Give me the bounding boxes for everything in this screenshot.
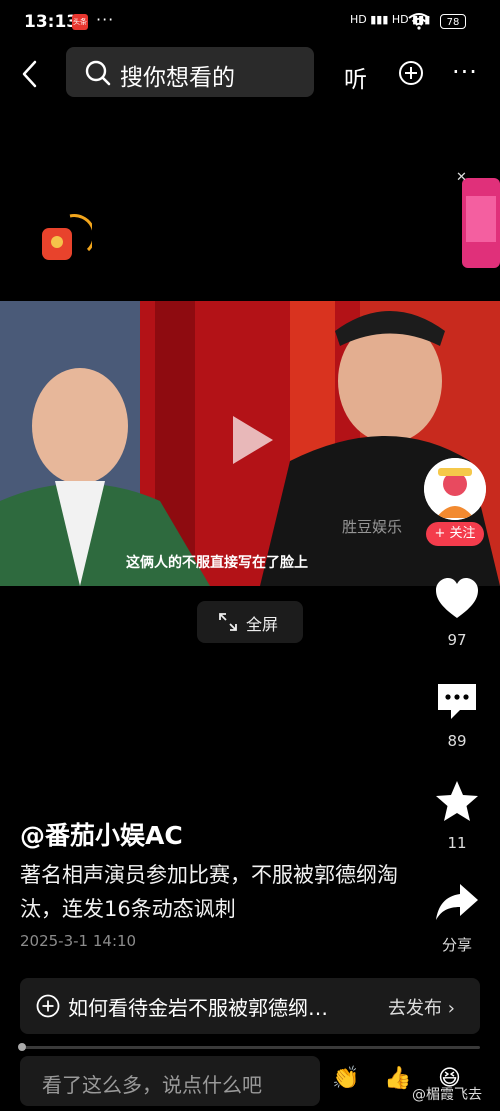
search-input[interactable]: 搜你想看的	[120, 58, 235, 92]
publish-link[interactable]: 去发布 ›	[388, 994, 455, 1020]
ad-close-icon[interactable]: ✕	[456, 170, 467, 185]
like-button[interactable]	[434, 576, 480, 622]
app-badge-icon: 头条	[72, 14, 88, 30]
comment-button[interactable]	[434, 678, 480, 724]
back-arrow-icon	[22, 60, 37, 88]
status-bar: 13:13 头条 ··· HD ▮▮▮ HD ▮▮▮ 78	[0, 0, 500, 44]
side-ad-banner[interactable]	[454, 174, 500, 270]
expand-icon	[218, 612, 238, 632]
author-avatar[interactable]	[424, 458, 486, 520]
share-button[interactable]	[434, 880, 480, 926]
red-packet-icon	[42, 214, 96, 260]
listen-button[interactable]: 听	[344, 60, 367, 94]
topic-text: 如何看待金岩不服被郭德纲…	[68, 996, 328, 1020]
back-button[interactable]	[18, 56, 40, 92]
video-caption: 这俩人的不服直接写在了脸上	[126, 555, 308, 571]
favorite-count: 11	[447, 834, 467, 852]
wifi-icon	[408, 12, 430, 34]
video-progress-track[interactable]	[20, 1046, 480, 1049]
follow-button[interactable]: + 关注	[426, 522, 484, 546]
play-icon[interactable]	[219, 410, 279, 470]
avatar-image	[424, 458, 486, 520]
fullscreen-label: 全屏	[246, 615, 279, 634]
like-count: 97	[447, 631, 467, 649]
author-name[interactable]: @番茄小娱AC	[20, 816, 183, 852]
video-watermark: 胜豆娱乐	[342, 518, 403, 536]
red-packet-widget[interactable]	[40, 212, 96, 264]
comment-count: 89	[447, 732, 467, 750]
uploader-watermark: @楣霞飞去	[412, 1087, 482, 1103]
status-more-dots: ···	[96, 10, 115, 29]
star-icon	[436, 781, 478, 821]
ad-figure-icon	[462, 178, 500, 268]
comment-placeholder: 看了这么多，说点什么吧	[42, 1073, 262, 1097]
share-label: 分享	[441, 936, 472, 954]
emoji-thumbs-up-icon[interactable]: 👍	[384, 1066, 411, 1091]
more-button[interactable]: ···	[452, 58, 478, 86]
plus-circle-icon	[36, 994, 60, 1018]
post-description: 著名相声演员参加比赛，不服被郭德纲淘汰，连发16条动态讽刺	[20, 863, 398, 921]
plus-circle-icon	[399, 61, 423, 85]
comment-bubble-icon	[438, 684, 476, 719]
post-date: 2025-3-1 14:10	[20, 932, 137, 950]
status-time: 13:13	[24, 12, 79, 32]
search-icon	[84, 59, 112, 91]
heart-icon	[436, 578, 478, 618]
favorite-button[interactable]	[434, 778, 480, 824]
share-arrow-icon	[436, 884, 478, 920]
add-button[interactable]	[398, 60, 424, 86]
emoji-clap-icon[interactable]: 👏	[332, 1066, 359, 1091]
battery-indicator: 78	[440, 14, 466, 29]
progress-handle[interactable]	[18, 1043, 26, 1051]
